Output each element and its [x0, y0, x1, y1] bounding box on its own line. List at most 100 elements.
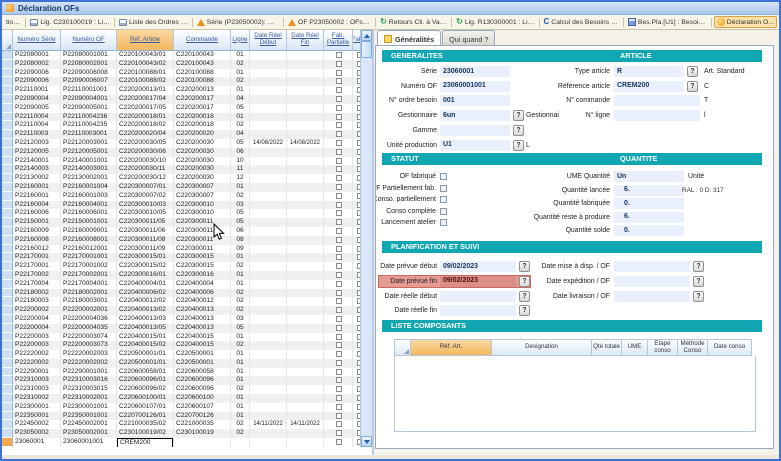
grid-cell[interactable]: P22150001001 — [61, 218, 117, 227]
grid-cell[interactable]: P22310003015 — [61, 385, 117, 394]
grid-cell[interactable]: C220300015 — [174, 253, 231, 262]
grid-cell[interactable] — [287, 192, 324, 201]
grid-cell[interactable]: 05 — [231, 209, 250, 218]
row-header[interactable] — [2, 359, 13, 368]
tab-qui-quand[interactable]: Qui quand ? — [442, 30, 495, 45]
grid-cell[interactable]: C220400013 — [174, 306, 231, 315]
grid-cell[interactable]: C220400013/02 — [117, 306, 174, 315]
grid-cell[interactable]: P22220002003 — [61, 350, 117, 359]
table-row[interactable]: P22310003P22310003015C220600096/02C22060… — [2, 385, 360, 394]
lookup-button[interactable]: ? — [693, 291, 704, 302]
grid-cell[interactable] — [287, 324, 324, 333]
grid-cell[interactable] — [287, 86, 324, 95]
field-date-mise-disp-of[interactable] — [614, 261, 690, 272]
grid-cell[interactable]: P22180003 — [13, 297, 61, 306]
fab-partielle-checkbox[interactable] — [336, 158, 342, 164]
grid-cell[interactable]: 02 — [231, 420, 250, 429]
row-header[interactable] — [2, 183, 13, 192]
table-row[interactable]: P22200002P22200002001C220400013/02C22040… — [2, 306, 360, 315]
table-row[interactable]: P22090006P22090006007C220100088/02C22010… — [2, 77, 360, 86]
table-row[interactable]: P22200004P22200004035C220400013/05C22040… — [2, 324, 360, 333]
grid-cell[interactable]: P22180002 — [13, 289, 61, 298]
table-row[interactable]: P23050002P23050002001C230100019/02C23010… — [2, 429, 360, 438]
grid-cell[interactable] — [287, 113, 324, 122]
grid-cell[interactable]: P22160009001 — [61, 227, 117, 236]
field-quantit-fabriqu-e[interactable]: 0. — [614, 198, 684, 209]
grid-cell[interactable] — [250, 385, 287, 394]
grid-cell[interactable]: C220600058/01 — [117, 368, 174, 377]
field-n-ligne[interactable] — [614, 110, 700, 121]
grid-cell[interactable]: C220400015/02 — [117, 341, 174, 350]
fab-cell[interactable] — [353, 289, 360, 298]
row-header[interactable] — [2, 113, 13, 122]
grid-cell[interactable]: 02 — [231, 262, 250, 271]
table-row-editing[interactable]: 2306000123060001001CREM200 — [2, 438, 360, 447]
grid-cell[interactable]: P22140001001 — [61, 157, 117, 166]
row-header[interactable] — [2, 376, 13, 385]
field-date-r-elle-d-but[interactable] — [440, 291, 516, 302]
grid-cell[interactable]: C220300011/06 — [117, 227, 174, 236]
grid-cell[interactable]: C220200013 — [174, 86, 231, 95]
fab-cell[interactable] — [353, 227, 360, 236]
grid-cell[interactable]: P22080002 — [13, 60, 61, 69]
grid-cell[interactable]: P22220002 — [13, 350, 61, 359]
grid-cell[interactable]: P22110001 — [13, 86, 61, 95]
grid-cell[interactable] — [287, 262, 324, 271]
fab-cell[interactable] — [353, 394, 360, 403]
fab-cell[interactable] — [353, 77, 360, 86]
fab-cell[interactable] — [353, 359, 360, 368]
field-quantit-solde[interactable]: 0. — [614, 225, 684, 236]
grid-cell[interactable] — [250, 429, 287, 438]
table-row[interactable]: P22220002P22220002002C220500001/01C22050… — [2, 359, 360, 368]
grid-cell[interactable]: P22170001 — [13, 253, 61, 262]
grid-cell[interactable] — [250, 60, 287, 69]
grid-cell[interactable] — [250, 157, 287, 166]
statut-checkbox-of-fabriqu[interactable] — [440, 173, 447, 180]
grid-cell[interactable]: P22450002001 — [61, 420, 117, 429]
fab-partielle-checkbox[interactable] — [336, 175, 342, 181]
field-quantit-lanc-e[interactable]: 6. — [614, 185, 684, 196]
grid-cell[interactable] — [250, 350, 287, 359]
grid-cell[interactable]: C220500001 — [174, 350, 231, 359]
fab-partielle-cell[interactable] — [324, 245, 353, 254]
grid-cell[interactable]: P22110004 — [13, 121, 61, 130]
grid-cell[interactable]: P22350001001 — [61, 412, 117, 421]
grid-cell[interactable] — [287, 104, 324, 113]
scroll-down-button[interactable] — [361, 436, 372, 447]
fab-cell[interactable] — [353, 113, 360, 122]
grid-cell[interactable]: C220100088/01 — [117, 69, 174, 78]
fab-cell[interactable] — [353, 324, 360, 333]
fab-partielle-checkbox[interactable] — [336, 184, 342, 190]
grid-cell[interactable] — [250, 412, 287, 421]
row-header[interactable] — [2, 350, 13, 359]
grid-cell[interactable]: 01 — [231, 253, 250, 262]
grid-cell[interactable] — [250, 183, 287, 192]
table-row[interactable]: P22160006P22160006001C220300010/05C22030… — [2, 209, 360, 218]
grid-cell[interactable]: C220300007/01 — [117, 183, 174, 192]
row-header[interactable] — [2, 289, 13, 298]
grid-cell[interactable]: C220200017 — [174, 95, 231, 104]
row-header[interactable] — [2, 218, 13, 227]
fab-partielle-cell[interactable] — [324, 403, 353, 412]
grid-cell[interactable]: C220200030 — [174, 139, 231, 148]
grid-cell[interactable] — [287, 77, 324, 86]
fab-partielle-checkbox[interactable] — [336, 307, 342, 313]
field-date-livraison-of[interactable] — [614, 291, 690, 302]
row-header[interactable] — [2, 104, 13, 113]
grid-cell[interactable]: 01 — [231, 359, 250, 368]
grid-cell[interactable]: P22200004035 — [61, 324, 117, 333]
scroll-thumb[interactable] — [361, 41, 372, 58]
grid-cell[interactable]: P22300001 — [13, 403, 61, 412]
fab-cell[interactable] — [353, 429, 360, 438]
lookup-button[interactable]: ? — [513, 110, 524, 121]
grid-cell[interactable]: C220200030/10 — [117, 157, 174, 166]
grid-cell[interactable]: C220100088/02 — [117, 77, 174, 86]
grid-cell[interactable] — [231, 438, 250, 447]
grid-cell[interactable]: 01 — [231, 350, 250, 359]
grid-cell[interactable]: C220200017 — [174, 104, 231, 113]
grid-cell[interactable]: C220200030/12 — [117, 174, 174, 183]
composants-column-header[interactable]: Réf. Art. — [411, 339, 492, 356]
grid-cell[interactable]: P22170004 — [13, 280, 61, 289]
grid-cell[interactable]: 10 — [231, 157, 250, 166]
grid-cell[interactable]: 14/08/2022 — [287, 139, 324, 148]
